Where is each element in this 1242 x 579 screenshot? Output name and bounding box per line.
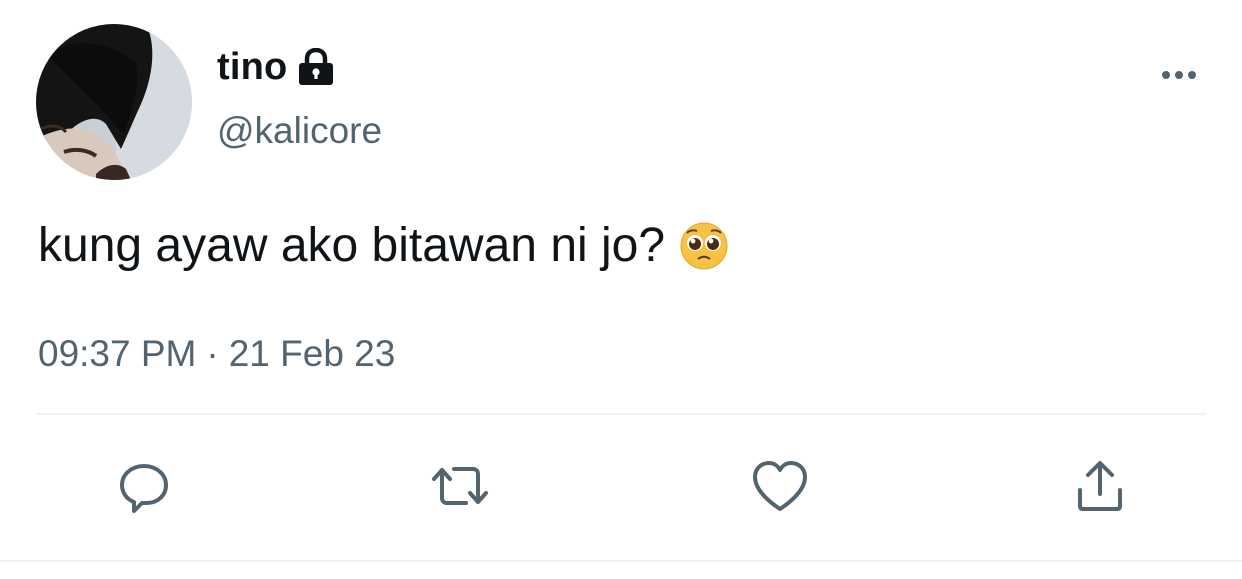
tweet-text-row: kung ayaw ako bitawan ni jo?	[38, 218, 729, 273]
heart-icon	[751, 459, 809, 518]
more-options-icon[interactable]	[1155, 60, 1203, 90]
author-display-name[interactable]: tino	[217, 46, 287, 89]
tweet-time: 09:37 PM	[38, 333, 197, 374]
tweet-timestamp[interactable]: 09:37 PM · 21 Feb 23	[38, 333, 395, 375]
reply-icon	[116, 458, 172, 519]
author-name-row: tino	[217, 40, 337, 94]
author-handle[interactable]: @kalicore	[217, 110, 382, 152]
lock-icon	[295, 47, 337, 86]
reply-button[interactable]	[114, 458, 174, 518]
pleading-face-emoji	[679, 221, 729, 271]
avatar[interactable]	[36, 24, 192, 180]
tweet-text: kung ayaw ako bitawan ni jo?	[38, 219, 666, 272]
like-button[interactable]	[750, 458, 810, 518]
retweet-button[interactable]	[430, 458, 490, 518]
tweet-date: 21 Feb 23	[228, 333, 396, 374]
avatar-image	[36, 24, 192, 180]
share-button[interactable]	[1070, 458, 1130, 518]
divider	[36, 413, 1206, 415]
share-icon	[1072, 458, 1128, 519]
bottom-divider	[0, 560, 1242, 562]
retweet-icon	[430, 458, 490, 519]
meta-separator: ·	[206, 333, 219, 374]
